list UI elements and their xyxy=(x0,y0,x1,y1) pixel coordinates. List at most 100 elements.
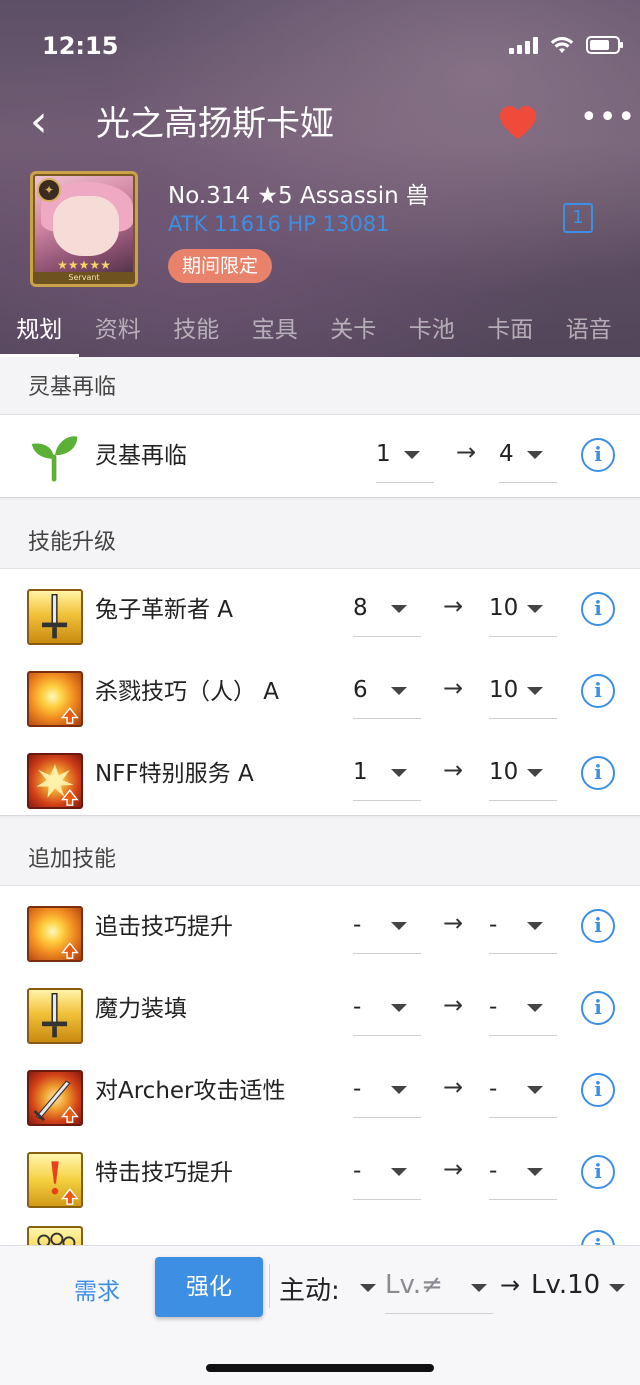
to-level-value: 4 xyxy=(499,441,514,467)
list-item: 魔力装填 - → - i xyxy=(0,968,640,1050)
to-level-select[interactable]: 10 xyxy=(489,663,557,719)
tab-profile[interactable]: 资料 xyxy=(79,305,158,357)
requirements-button[interactable]: 需求 xyxy=(74,1272,120,1306)
to-level-select[interactable]: 10 xyxy=(489,581,557,637)
info-icon[interactable]: i xyxy=(581,991,615,1025)
from-level-value: - xyxy=(353,1076,362,1102)
tab-gacha[interactable]: 卡池 xyxy=(393,305,472,357)
from-level-value: 1 xyxy=(353,759,368,785)
chevron-down-icon xyxy=(527,451,543,459)
arrow-right-icon: → xyxy=(500,1271,521,1299)
ascension-card: 灵基再临 1 → 4 i xyxy=(0,414,640,498)
arrow-right-icon: → xyxy=(443,909,464,937)
arrow-right-icon: → xyxy=(443,1073,464,1101)
active-skill-select[interactable] xyxy=(352,1258,378,1314)
from-level-value: - xyxy=(353,1158,362,1184)
tab-artwork[interactable]: 卡面 xyxy=(471,305,550,357)
to-level-select[interactable]: - xyxy=(489,1144,557,1200)
level-to-select[interactable]: Lv.10 xyxy=(531,1258,631,1314)
signal-icon xyxy=(509,36,538,54)
chevron-down-icon xyxy=(527,687,543,695)
wifi-icon xyxy=(550,37,574,53)
chevron-down-icon xyxy=(391,769,407,777)
critical-skill-icon xyxy=(27,1152,83,1208)
info-icon[interactable]: i xyxy=(581,756,615,790)
chevron-down-icon xyxy=(527,1004,543,1012)
chevron-down-icon xyxy=(527,769,543,777)
tab-noble-phantasm[interactable]: 宝具 xyxy=(236,305,315,357)
number-badge[interactable]: 1 xyxy=(563,203,593,233)
to-level-value: - xyxy=(489,1158,498,1184)
level-from-value: Lv.≠ xyxy=(385,1270,443,1300)
from-level-value: - xyxy=(353,912,362,938)
burst-skill-icon xyxy=(27,906,83,962)
to-level-value: - xyxy=(489,912,498,938)
from-level-select[interactable]: 1 xyxy=(376,427,434,483)
from-level-value: 6 xyxy=(353,677,368,703)
list-item: 杀戮技巧（人） A 6 → 10 i xyxy=(0,651,640,733)
chevron-down-icon xyxy=(527,1086,543,1094)
arrow-right-icon: → xyxy=(456,438,477,466)
more-options-button[interactable]: ••• xyxy=(580,100,635,140)
to-level-select[interactable]: - xyxy=(489,898,557,954)
chevron-down-icon xyxy=(527,605,543,613)
section-title-append-skills: 追加技能 xyxy=(0,832,640,888)
tab-quests[interactable]: 关卡 xyxy=(314,305,393,357)
from-level-value: 8 xyxy=(353,595,368,621)
enhance-button[interactable]: 强化 xyxy=(155,1257,263,1317)
info-icon[interactable]: i xyxy=(581,1073,615,1107)
tab-plan[interactable]: 规划 xyxy=(0,305,79,357)
tab-voice[interactable]: 语音 xyxy=(550,305,629,357)
to-level-value: - xyxy=(489,1076,498,1102)
status-icons xyxy=(509,36,623,54)
info-icon[interactable]: i xyxy=(581,592,615,626)
arrow-right-icon: → xyxy=(443,756,464,784)
info-icon[interactable]: i xyxy=(581,438,615,472)
page-title: 光之高扬斯卡娅 xyxy=(96,104,334,144)
arrow-right-icon: → xyxy=(443,991,464,1019)
list-item: 追击技巧提升 - → - i xyxy=(0,886,640,968)
from-level-select[interactable]: - xyxy=(353,980,421,1036)
chevron-down-icon xyxy=(527,922,543,930)
chevron-down-icon xyxy=(391,1004,407,1012)
status-time: 12:15 xyxy=(42,32,119,60)
to-level-value: 10 xyxy=(489,759,519,785)
info-icon[interactable]: i xyxy=(581,1155,615,1189)
explosion-skill-icon xyxy=(27,753,83,809)
from-level-select[interactable]: - xyxy=(353,898,421,954)
limited-badge: 期间限定 xyxy=(168,249,273,283)
chevron-down-icon xyxy=(527,1168,543,1176)
favorite-heart-icon[interactable] xyxy=(498,104,538,144)
to-level-select[interactable]: - xyxy=(489,980,557,1036)
row-label: 特击技巧提升 xyxy=(95,1160,233,1186)
sword-skill-icon xyxy=(27,988,83,1044)
servant-avatar: ✦ ★★★★★ Servant xyxy=(30,171,138,287)
sprout-icon xyxy=(31,436,78,482)
from-level-select[interactable]: - xyxy=(353,1144,421,1200)
from-level-select[interactable]: 1 xyxy=(353,745,421,801)
avatar-servant-label: Servant xyxy=(33,272,135,284)
arrow-right-icon: → xyxy=(443,592,464,620)
chevron-down-icon xyxy=(404,451,420,459)
tab-skills[interactable]: 技能 xyxy=(157,305,236,357)
battery-icon xyxy=(586,36,623,54)
chevron-down-icon xyxy=(391,1086,407,1094)
level-from-select[interactable]: Lv.≠ xyxy=(385,1258,493,1314)
section-title-ascension: 灵基再临 xyxy=(0,360,640,416)
info-icon[interactable]: i xyxy=(581,909,615,943)
servant-header: 12:15 ‹ 光之高扬斯卡娅 ••• ✦ ★★★★★ Servant No.3… xyxy=(0,0,640,357)
arrow-right-icon: → xyxy=(443,1155,464,1183)
back-button[interactable]: ‹ xyxy=(30,100,70,144)
section-title-skills: 技能升级 xyxy=(0,515,640,571)
to-level-select[interactable]: 10 xyxy=(489,745,557,801)
info-icon[interactable]: i xyxy=(581,674,615,708)
to-level-value: - xyxy=(489,994,498,1020)
arrow-right-icon: → xyxy=(443,674,464,702)
from-level-select[interactable]: 6 xyxy=(353,663,421,719)
to-level-select[interactable]: 4 xyxy=(499,427,557,483)
from-level-select[interactable]: 8 xyxy=(353,581,421,637)
active-skill-label: 主动: xyxy=(279,1276,340,1306)
bottom-action-bar: 需求 强化 主动: Lv.≠ → Lv.10 xyxy=(0,1245,640,1385)
from-level-select[interactable]: - xyxy=(353,1062,421,1118)
to-level-select[interactable]: - xyxy=(489,1062,557,1118)
